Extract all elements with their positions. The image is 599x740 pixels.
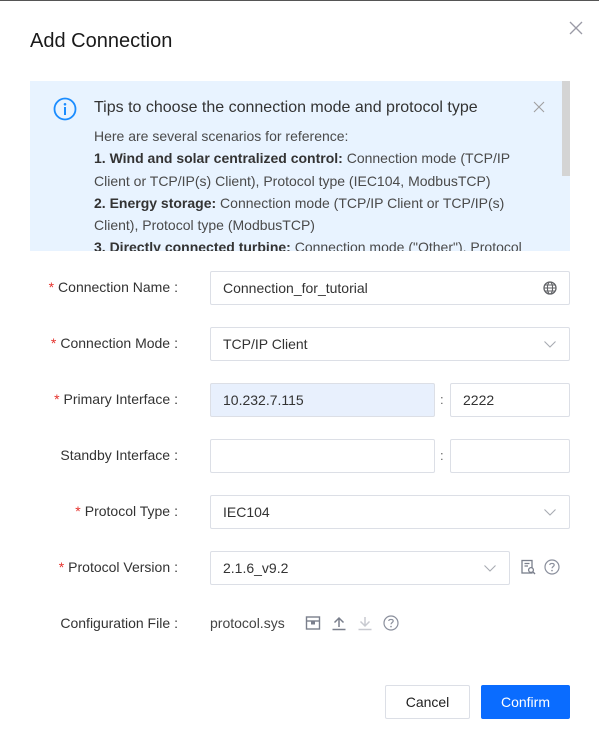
tips-item: 3. Directly connected turbine: Connectio…	[94, 236, 549, 251]
configuration-file-label: Configuration File:	[60, 615, 178, 631]
download-icon	[358, 617, 372, 631]
tips-close-icon[interactable]	[533, 101, 545, 113]
required-mark: *	[54, 391, 60, 407]
primary-interface-row: * Primary Interface: 10.232.7.115 : 2222	[0, 383, 599, 417]
help-circle-icon[interactable]	[383, 615, 399, 631]
upload-icon[interactable]	[331, 615, 347, 631]
protocol-version-label: * Protocol Version:	[58, 559, 178, 575]
protocol-version-select[interactable]: 2.1.6_v9.2	[210, 551, 510, 585]
document-search-icon[interactable]	[520, 559, 536, 575]
connection-mode-label: * Connection Mode:	[50, 335, 178, 351]
info-circle-icon	[53, 97, 77, 121]
package-icon[interactable]	[305, 615, 321, 631]
configuration-file-row: Configuration File: protocol.sys	[0, 607, 599, 641]
required-mark: *	[50, 335, 57, 351]
chevron-down-icon	[544, 509, 556, 516]
tips-item: 1. Wind and solar centralized control: C…	[94, 147, 549, 192]
chevron-down-icon	[544, 341, 556, 348]
globe-icon[interactable]	[543, 281, 557, 295]
tips-intro: Here are several scenarios for reference…	[94, 128, 349, 144]
primary-interface-label: * Primary Interface:	[54, 391, 178, 407]
ip-port-separator: :	[440, 448, 444, 463]
dialog-title: Add Connection	[30, 30, 173, 52]
connection-name-label: * Connection Name:	[48, 279, 178, 295]
tips-scrollbar[interactable]	[562, 81, 570, 176]
tips-title: Tips to choose the connection mode and p…	[94, 99, 478, 116]
protocol-type-label: * Protocol Type:	[75, 503, 178, 519]
connection-name-row: * Connection Name: Connection_for_tutoria…	[0, 271, 599, 305]
tips-item-text: Connection mode ("Other"), Protocol	[290, 239, 522, 251]
window-top-border	[0, 0, 599, 1]
tips-item-heading: 1. Wind and solar centralized control:	[94, 150, 343, 167]
tips-alert: Tips to choose the connection mode and p…	[30, 81, 570, 251]
tips-item-heading: 2. Energy storage:	[94, 194, 217, 211]
connection-name-input[interactable]: Connection_for_tutorial	[210, 271, 570, 305]
tips-item: 2. Energy storage: Connection mode (TCP/…	[94, 192, 549, 237]
connection-mode-select[interactable]: TCP/IP Client	[210, 327, 570, 361]
required-mark: *	[58, 559, 65, 575]
required-mark: *	[48, 279, 55, 295]
primary-ip-input[interactable]: 10.232.7.115	[210, 383, 435, 417]
help-circle-icon[interactable]	[544, 559, 560, 575]
configuration-file-name: protocol.sys	[210, 615, 285, 631]
standby-interface-label: Standby Interface:	[60, 447, 178, 463]
ip-port-separator: :	[440, 392, 444, 407]
confirm-button[interactable]: Confirm	[481, 685, 570, 719]
close-icon[interactable]	[567, 19, 585, 37]
primary-port-input[interactable]: 2222	[450, 383, 570, 417]
standby-interface-row: Standby Interface: :	[0, 439, 599, 473]
protocol-version-row: * Protocol Version: 2.1.6_v9.2	[0, 551, 599, 585]
protocol-type-row: * Protocol Type: IEC104	[0, 495, 599, 529]
required-mark: *	[75, 503, 81, 519]
connection-mode-row: * Connection Mode: TCP/IP Client	[0, 327, 599, 361]
standby-port-input[interactable]	[450, 439, 570, 473]
standby-ip-input[interactable]	[210, 439, 435, 473]
tips-item-heading: 3. Directly connected turbine:	[94, 239, 291, 251]
chevron-down-icon	[484, 565, 496, 572]
protocol-type-select[interactable]: IEC104	[210, 495, 570, 529]
cancel-button[interactable]: Cancel	[385, 685, 470, 719]
tips-body: Here are several scenarios for reference…	[94, 125, 549, 251]
